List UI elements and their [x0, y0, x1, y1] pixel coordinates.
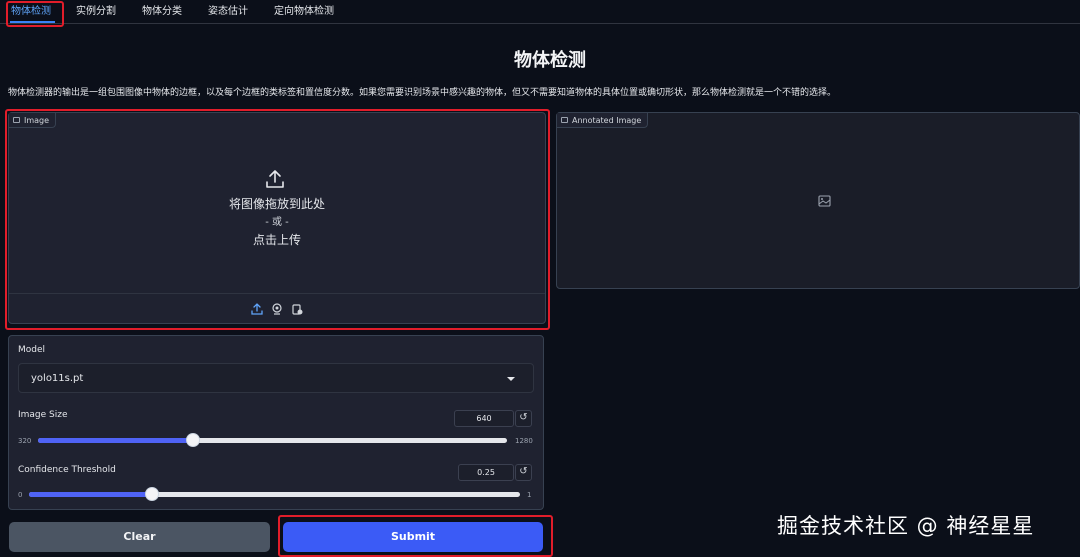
upload-large-icon	[266, 170, 284, 188]
image-size-slider-fill	[38, 438, 193, 443]
image-panel-label: Image	[9, 113, 57, 128]
drop-instruction: 将图像拖放到此处	[228, 197, 325, 211]
clipboard-icon[interactable]	[290, 302, 304, 316]
annotated-label-icon	[561, 117, 568, 123]
image-size-slider[interactable]	[38, 433, 507, 447]
annotated-image-panel: Annotated Image	[556, 112, 1080, 289]
model-label: Model	[18, 345, 46, 355]
tab-oriented-detection[interactable]: 定向物体检测	[274, 0, 334, 24]
image-placeholder-icon	[818, 195, 831, 207]
tab-object-classification[interactable]: 物体分类	[142, 0, 182, 24]
image-size-min: 320	[18, 437, 32, 445]
image-size-input[interactable]: 640	[454, 410, 514, 427]
chevron-down-icon	[507, 377, 515, 381]
image-size-slider-thumb[interactable]	[185, 433, 200, 447]
confidence-min: 0	[18, 491, 23, 499]
confidence-input[interactable]: 0.25	[458, 464, 514, 481]
confidence-label: Confidence Threshold	[18, 465, 116, 475]
clear-button[interactable]: Clear	[9, 522, 270, 552]
active-tab-indicator	[10, 21, 55, 23]
tab-bar: 物体检测 实例分割 物体分类 姿态估计 定向物体检测	[0, 0, 1080, 24]
confidence-slider-fill	[29, 492, 152, 497]
image-label-icon	[13, 117, 20, 123]
upload-icon[interactable]	[250, 302, 264, 316]
page-title: 物体检测	[514, 50, 586, 71]
tab-instance-segmentation[interactable]: 实例分割	[76, 0, 116, 24]
image-size-reset-icon[interactable]: ↺	[515, 410, 532, 427]
page-description: 物体检测器的输出是一组包围图像中物体的边框，以及每个边框的类标签和置信度分数。如…	[8, 88, 837, 98]
confidence-max: 1	[527, 491, 532, 499]
confidence-slider[interactable]	[29, 487, 520, 501]
submit-button[interactable]: Submit	[283, 522, 543, 552]
annotated-panel-label: Annotated Image	[557, 113, 649, 128]
image-size-max: 1280	[515, 437, 533, 445]
webcam-icon[interactable]	[270, 302, 284, 316]
image-upload-panel[interactable]: Image 将图像拖放到此处 - 或 - 点击上传	[8, 112, 546, 324]
click-upload-text[interactable]: 点击上传	[9, 231, 545, 248]
confidence-slider-thumb[interactable]	[144, 487, 159, 501]
tab-pose-estimation[interactable]: 姿态估计	[208, 0, 248, 24]
confidence-reset-icon[interactable]: ↺	[515, 464, 532, 481]
model-dropdown[interactable]: yolo11s.pt	[18, 363, 534, 393]
image-size-label: Image Size	[18, 410, 68, 420]
or-separator: - 或 -	[265, 217, 289, 228]
model-selected-value: yolo11s.pt	[31, 373, 84, 384]
source-selector	[9, 293, 545, 323]
watermark-text: 掘金技术社区 @ 神经星星	[777, 514, 1035, 538]
